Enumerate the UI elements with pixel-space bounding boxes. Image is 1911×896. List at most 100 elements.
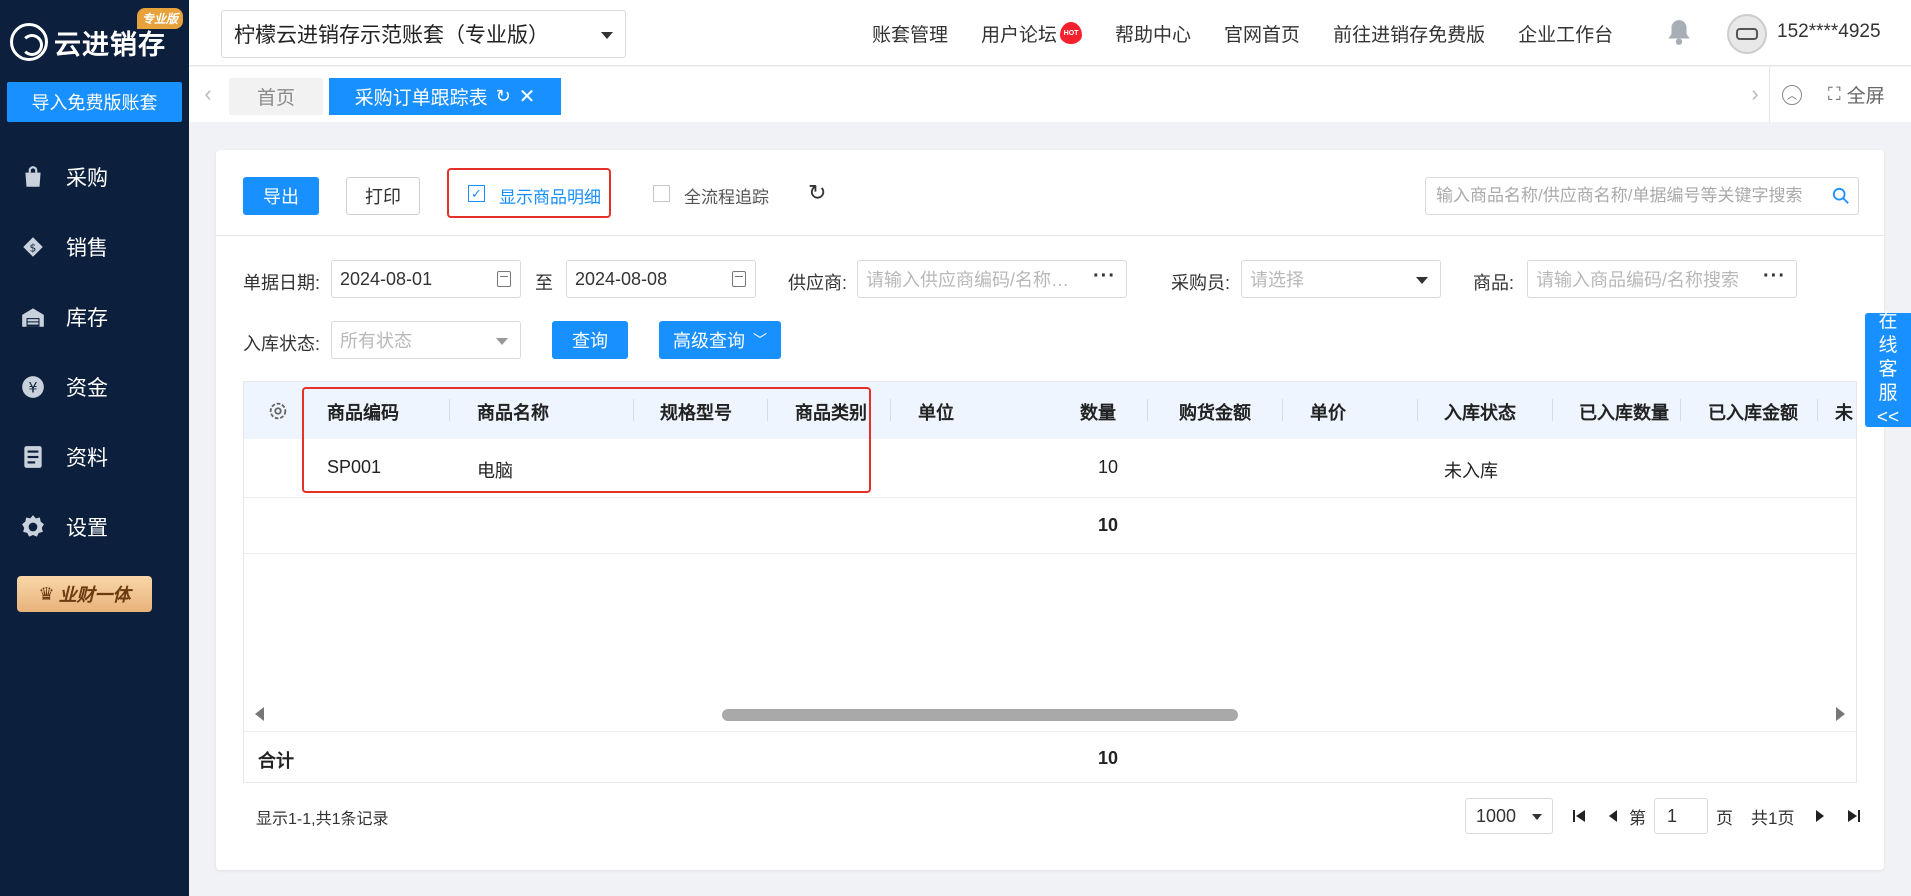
link-official-site[interactable]: 官网首页 (1224, 20, 1300, 47)
column-divider[interactable] (1147, 399, 1148, 421)
page-number-input[interactable]: 1 (1654, 798, 1708, 834)
scroll-left-icon[interactable] (255, 707, 264, 721)
pagination: 1000 第 1 页 共1页 (1465, 798, 1862, 834)
fullscreen-icon[interactable]: ⛶ (1828, 84, 1841, 105)
col-qty[interactable]: 数量 (1080, 399, 1116, 425)
calendar-icon[interactable] (497, 271, 511, 287)
full-trace-checkbox[interactable] (653, 185, 670, 202)
user-phone[interactable]: 152****4925 (1777, 21, 1881, 43)
refresh-icon[interactable]: ↻ (496, 86, 511, 107)
column-divider[interactable] (1282, 399, 1283, 421)
col-not-received[interactable]: 未 (1835, 399, 1853, 425)
last-page-icon[interactable] (1846, 808, 1862, 824)
yen-coin-icon: ¥ (20, 374, 46, 400)
sidebar-item-funds[interactable]: ¥ 资金 (0, 352, 189, 422)
query-button[interactable]: 查询 (552, 321, 628, 359)
sidebar-item-inventory[interactable]: 库存 (0, 282, 189, 352)
shopping-bag-icon (20, 164, 46, 190)
column-divider[interactable] (1552, 399, 1553, 421)
page-prefix: 第 (1629, 808, 1646, 828)
link-enterprise-workbench[interactable]: 企业工作台 (1518, 20, 1613, 47)
buyer-placeholder: 请选择 (1250, 270, 1304, 290)
col-unit[interactable]: 单位 (918, 399, 954, 425)
link-free-edition[interactable]: 前往进销存免费版 (1333, 20, 1485, 47)
account-set-select[interactable]: 柠檬云进销存示范账套（专业版） (221, 10, 626, 58)
advanced-query-button[interactable]: 高级查询 ﹀ (659, 321, 781, 359)
online-service-tab[interactable]: 在 线 客 服 << (1865, 311, 1911, 428)
goods-placeholder: 请输入商品编码/名称搜索 (1536, 270, 1739, 290)
buyer-label: 采购员: (1171, 273, 1231, 293)
print-button[interactable]: 打印 (346, 177, 420, 215)
column-divider[interactable] (890, 399, 891, 421)
refresh-icon[interactable]: ↻ (808, 180, 826, 206)
page-size-select[interactable]: 1000 (1465, 798, 1553, 834)
col-status[interactable]: 入库状态 (1444, 399, 1516, 425)
tab-home[interactable]: 首页 (229, 78, 323, 115)
tab-purchase-order-tracking[interactable]: 采购订单跟踪表 ↻ ✕ (329, 78, 561, 115)
close-icon[interactable]: ✕ (519, 84, 536, 109)
goods-field[interactable]: 请输入商品编码/名称搜索 ··· (1527, 260, 1797, 298)
col-price[interactable]: 单价 (1310, 399, 1346, 425)
date-to-label: 至 (535, 273, 553, 293)
chevron-down-icon: ﹀ (753, 332, 767, 348)
gear-icon[interactable] (267, 400, 289, 422)
date-to-value: 2024-08-08 (575, 268, 668, 289)
total-row: 合计 10 (244, 731, 1856, 783)
tab-scroll-right-icon[interactable]: › (1744, 79, 1766, 109)
link-user-forum[interactable]: 用户论坛 HOT (981, 20, 1083, 47)
export-button[interactable]: 导出 (243, 177, 319, 215)
scroll-right-icon[interactable] (1836, 707, 1845, 721)
date-to-field[interactable]: 2024-08-08 (566, 260, 756, 298)
sidebar-item-sales[interactable]: $ 销售 (0, 212, 189, 282)
row-divider (244, 553, 1856, 554)
full-trace-label[interactable]: 全流程追踪 (684, 183, 769, 208)
show-detail-label[interactable]: 显示商品明细 (499, 183, 601, 208)
supplier-label: 供应商: (788, 273, 848, 293)
sidebar-item-label: 库存 (66, 307, 108, 330)
column-divider[interactable] (1817, 399, 1818, 421)
date-from-value: 2024-08-01 (340, 268, 433, 289)
fullscreen-label[interactable]: 全屏 (1847, 81, 1885, 108)
show-detail-checkbox[interactable]: ✓ (468, 185, 485, 202)
horizontal-scrollbar[interactable] (244, 704, 1856, 726)
status-label: 入库状态: (243, 334, 321, 354)
gear-icon (20, 514, 46, 540)
date-label: 单据日期: (243, 273, 321, 293)
column-divider[interactable] (1680, 399, 1681, 421)
column-divider[interactable] (1417, 399, 1418, 421)
scrollbar-thumb[interactable] (722, 709, 1238, 721)
subtotal-row: 10 (244, 497, 1856, 553)
date-from-field[interactable]: 2024-08-01 (331, 260, 521, 298)
col-amount[interactable]: 购货金额 (1179, 399, 1251, 425)
avatar[interactable] (1727, 14, 1767, 54)
status-placeholder: 所有状态 (340, 331, 412, 351)
more-options-icon[interactable]: ··· (1093, 265, 1116, 288)
tab-scroll-left-icon[interactable]: ‹ (197, 79, 219, 109)
cell-status: 未入库 (1444, 461, 1498, 481)
buyer-select[interactable]: 请选择 (1241, 260, 1441, 298)
collapse-up-icon[interactable]: ︿ (1782, 84, 1802, 105)
bell-icon[interactable] (1666, 18, 1692, 46)
import-free-account-button[interactable]: 导入免费版账套 (7, 82, 182, 122)
link-account-management[interactable]: 账套管理 (872, 20, 948, 47)
calendar-icon[interactable] (732, 271, 746, 287)
finance-badge-label: 业财一体 (58, 585, 131, 605)
col-received-qty[interactable]: 已入库数量 (1579, 399, 1669, 425)
first-page-icon[interactable] (1571, 808, 1587, 824)
col-received-amount[interactable]: 已入库金额 (1708, 399, 1798, 425)
status-select[interactable]: 所有状态 (331, 321, 521, 359)
supplier-placeholder: 请输入供应商编码/名称… (866, 270, 1069, 290)
finance-integration-badge[interactable]: ♛ 业财一体 (17, 576, 152, 612)
more-options-icon[interactable]: ··· (1763, 265, 1786, 288)
service-char: 服 (1878, 383, 1898, 404)
sidebar-item-purchase[interactable]: 采购 (0, 142, 189, 212)
sidebar-item-settings[interactable]: 设置 (0, 492, 189, 562)
search-input[interactable] (1436, 186, 1826, 206)
prev-page-icon[interactable] (1605, 808, 1621, 824)
next-page-icon[interactable] (1812, 808, 1828, 824)
link-help-center[interactable]: 帮助中心 (1115, 20, 1191, 47)
supplier-field[interactable]: 请输入供应商编码/名称… ··· (857, 260, 1127, 298)
page-number-value: 1 (1667, 805, 1678, 826)
search-icon[interactable] (1832, 187, 1850, 205)
sidebar-item-data[interactable]: 资料 (0, 422, 189, 492)
